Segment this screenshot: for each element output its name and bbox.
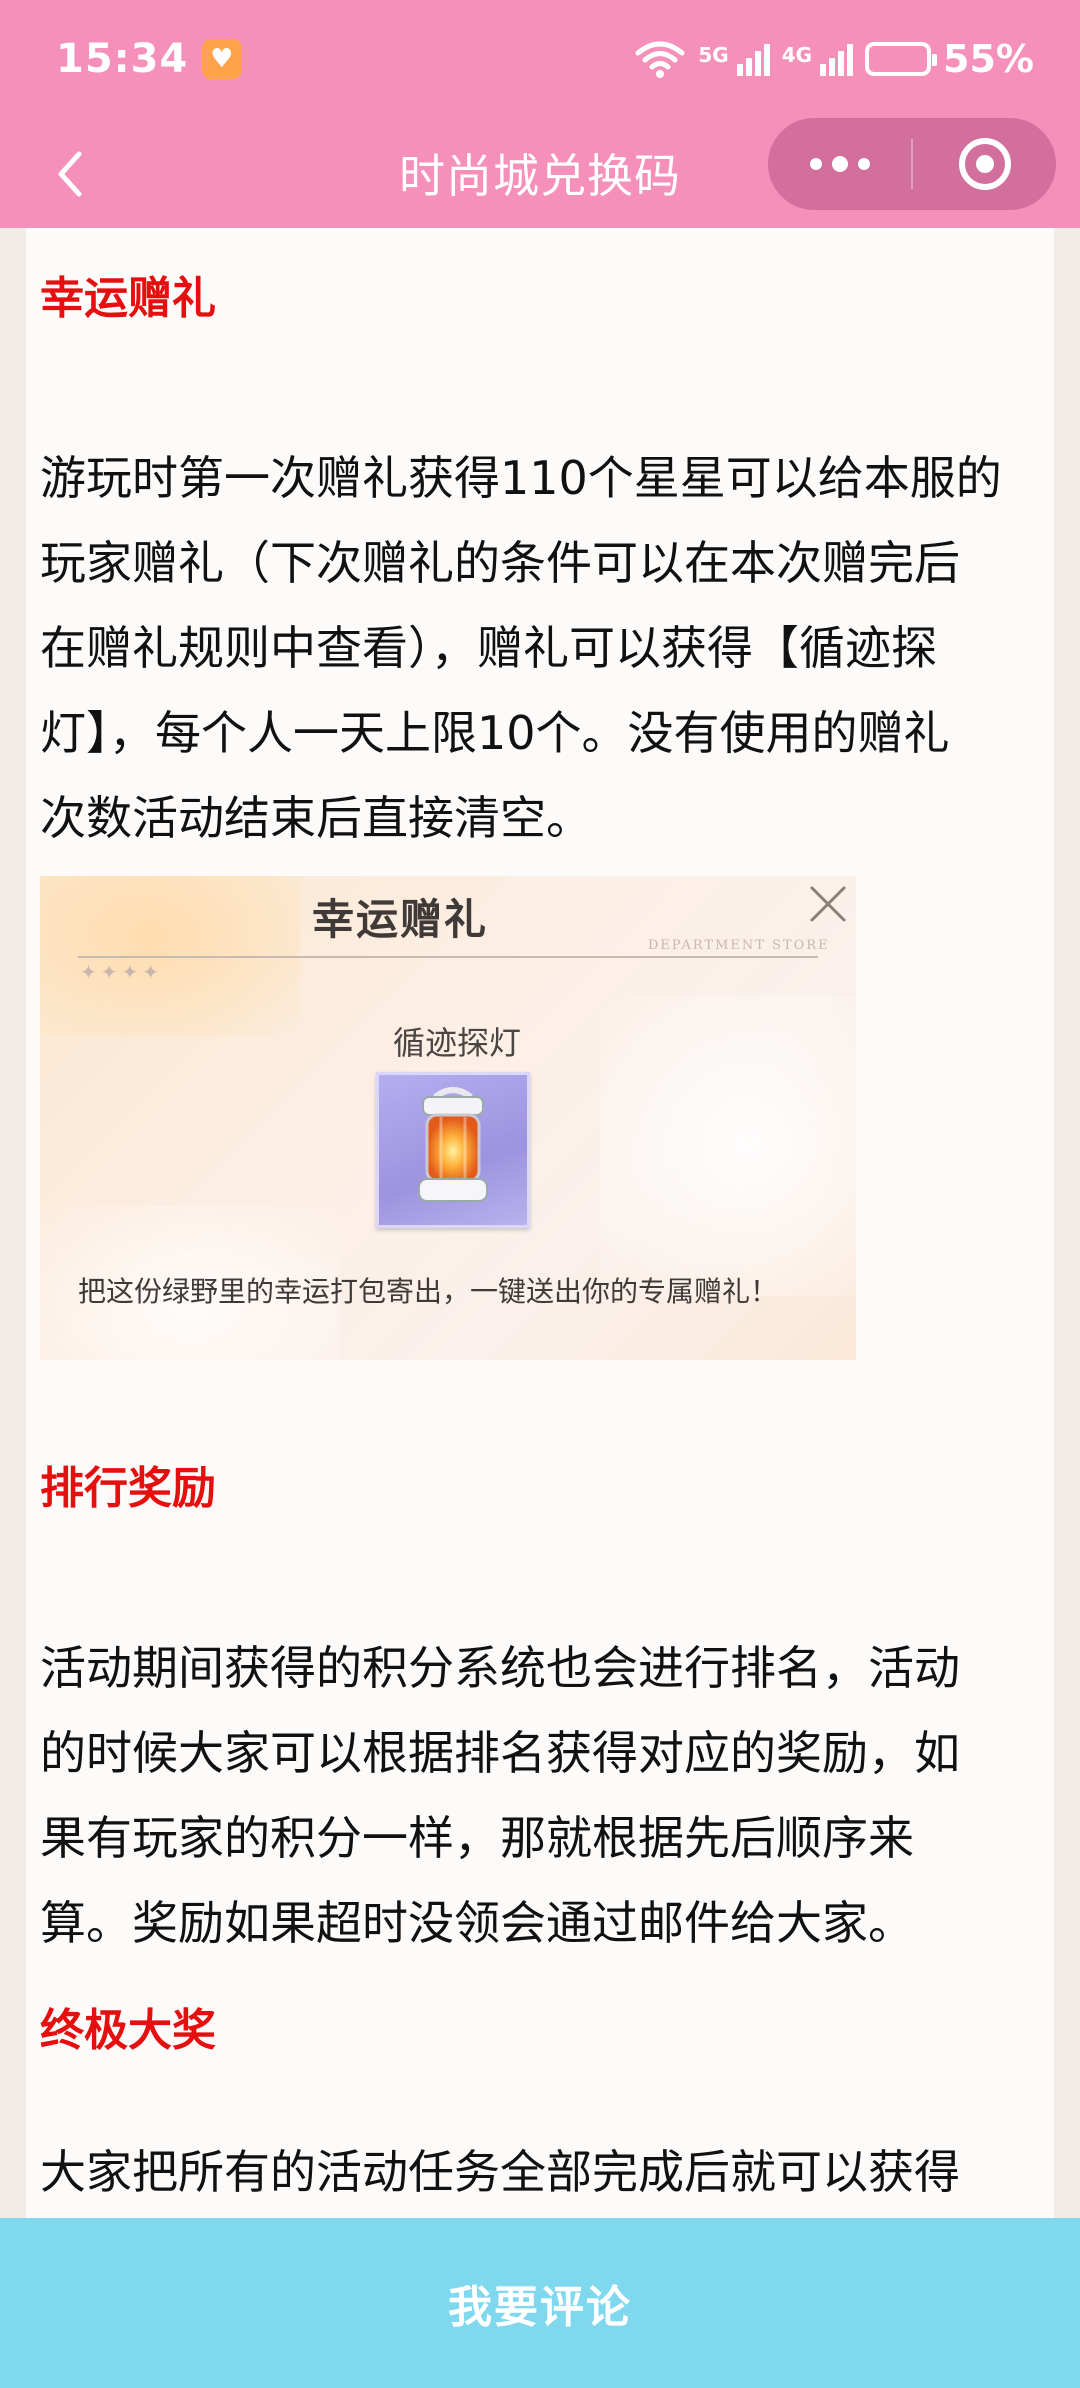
dialog-divider [78,956,818,958]
section-title-grand-prize: 终极大奖 [40,2005,216,2056]
sparkle-decoration: ✦✦✦✦ [80,960,164,984]
section-title-lucky-gift: 幸运赠礼 [40,273,216,324]
nav-bar: 时尚城兑换码 [0,118,1080,228]
dialog-caption: 把这份绿野里的幸运打包寄出，一键送出你的专属赠礼！ [78,1275,779,1308]
signal-strength-icon [736,42,770,76]
health-heart-icon: ♥ [202,39,243,79]
item-name: 循迹探灯 [392,1024,521,1062]
network-4g-label: 4G [781,43,813,67]
article-content: 幸运赠礼 游玩时第一次赠礼获得110个星星可以给本服的 玩家赠礼（下次赠礼的条件… [26,228,1054,2218]
item-slot [376,1072,530,1228]
status-bar: 15:34 ♥ 5G 4G 55% [0,0,1080,118]
wifi-icon [635,41,685,78]
status-right: 5G 4G 55% [634,37,1034,81]
paragraph-line: 次数活动结束后直接清空。 [40,791,592,845]
paragraph-line: 算。奖励如果超时没领会通过邮件给大家。 [40,1896,914,1950]
battery-percent: 55% [943,37,1034,81]
lantern-icon [418,1087,488,1202]
more-dots-icon [809,156,870,172]
section-title-ranking-rewards: 排行奖励 [40,1463,216,1514]
paragraph-line: 活动期间获得的积分系统也会进行排名，活动 [40,1641,960,1695]
department-store-label: DEPARTMENT STORE [648,938,830,953]
section-paragraph-ranking-rewards: 活动期间获得的积分系统也会进行排名，活动 的时候大家可以根据排名获得对应的奖励，… [40,1626,1040,1966]
close-mini-program-button[interactable] [913,118,1056,210]
network-5g-label: 5G [698,43,729,67]
status-left: 15:34 ♥ [56,36,243,82]
paragraph-line: 玩家赠礼（下次赠礼的条件可以在本次赠完后 [40,536,960,590]
close-icon [810,886,846,922]
target-circle-icon [958,138,1011,190]
paragraph-line: 在赠礼规则中查看），赠礼可以获得【循迹探 [40,621,937,675]
paragraph-line: 灯】，每个人一天上限10个。没有使用的赠礼 [40,706,950,760]
mini-program-capsule [768,118,1056,210]
status-time: 15:34 [56,36,189,82]
paragraph-line: 的时候大家可以根据排名获得对应的奖励，如 [40,1726,960,1780]
more-options-button[interactable] [768,118,911,210]
signal-strength-icon [820,42,854,76]
comment-button[interactable]: 我要评论 [0,2218,1080,2388]
battery-icon [865,42,938,76]
comment-button-label: 我要评论 [448,2282,632,2333]
section-paragraph-lucky-gift: 游玩时第一次赠礼获得110个星星可以给本服的 玩家赠礼（下次赠礼的条件可以在本次… [40,436,1040,861]
section-paragraph-grand-prize: 大家把所有的活动任务全部完成后就可以获得 [40,2130,1040,2215]
paragraph-line: 大家把所有的活动任务全部完成后就可以获得 [40,2145,960,2199]
lucky-gift-screenshot[interactable]: 幸运赠礼 DEPARTMENT STORE ✦✦✦✦ 循迹探灯 把这份绿野里的幸… [40,876,856,1360]
paragraph-line: 游玩时第一次赠礼获得110个星星可以给本服的 [40,451,1002,505]
paragraph-line: 果有玩家的积分一样，那就根据先后顺序来 [40,1811,914,1865]
